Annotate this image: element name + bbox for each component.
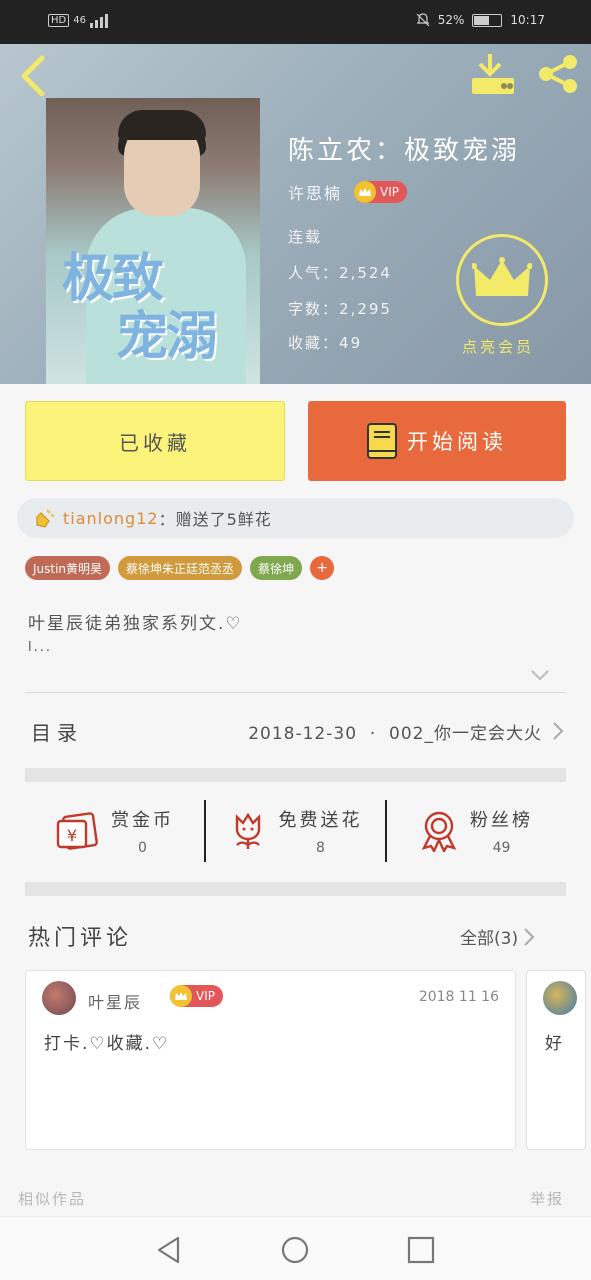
crown-icon [472,257,532,296]
vip-badge: VIP [170,985,223,1007]
mute-bell-icon [416,13,430,27]
tag-list: Justin黄明昊 蔡徐坤朱正廷范丞丞 蔡徐坤 + [25,556,335,580]
hot-comments-title: 热门评论 [28,926,133,951]
start-reading-label: 开始阅读 [407,430,507,454]
catalog-row[interactable]: 目录 2018-12-30 · 002_你一定会大火 [25,696,566,766]
more-tags-button[interactable]: + [310,556,335,580]
download-icon[interactable] [470,52,516,96]
tag-chip[interactable]: 蔡徐坤朱正廷范丞丞 [118,556,243,580]
book-favorites: 收藏：49 [288,334,363,352]
crown-icon [170,985,192,1007]
book-word-count: 字数：2,295 [288,300,392,318]
send-flower-button[interactable]: 免费送花 8 [206,796,385,866]
ribbon-medal-icon [421,811,457,852]
comment-card[interactable]: 叶星辰 VIP 2018 11 16 打卡.♡收藏.♡ [25,970,516,1150]
comment-text: 打卡.♡收藏.♡ [44,1034,170,1054]
member-crown-button[interactable] [456,234,548,326]
stats-row: ¥ 赏金币 0 免费送花 8 粉丝榜 49 [25,796,566,866]
reward-coin-icon: ¥ [56,812,98,850]
clap-icon [36,509,55,528]
share-icon[interactable] [536,54,580,94]
system-nav-bar [0,1216,591,1280]
chevron-right-icon [524,927,535,946]
nav-back-icon[interactable] [154,1235,184,1265]
author-name[interactable]: 许思楠 [288,180,342,204]
avatar[interactable] [543,981,577,1015]
expand-chevron-icon[interactable] [530,668,550,682]
tag-chip[interactable]: Justin黄明昊 [25,556,111,580]
battery-icon [472,13,503,27]
book-popularity: 人气：2,524 [288,264,392,282]
divider [25,692,566,693]
book-status: 连载 [288,228,323,246]
book-title: 陈立农：极致宠溺 [288,136,521,166]
author-row: 许思楠 VIP [288,180,407,204]
catalog-label: 目录 [31,720,83,745]
member-label[interactable]: 点亮会员 [462,336,534,357]
comment-text: 好 [545,1034,562,1054]
svg-text:¥: ¥ [67,826,77,845]
favorited-button[interactable]: 已收藏 [25,401,285,481]
status-bar: HD 46 52% 10:17 [0,0,591,44]
section-divider [25,768,566,782]
comment-date: 2018 11 16 [418,989,499,1005]
avatar[interactable] [42,981,76,1015]
crown-icon [354,181,377,203]
network-type: 46 [73,14,86,26]
gift-message: ：赠送了5鲜花 [158,510,272,529]
chevron-right-icon [553,722,564,740]
battery-percent: 52% [437,13,465,27]
hd-indicator: HD [48,13,70,27]
status-right: 52% 10:17 [416,13,545,27]
flower-icon [235,812,260,849]
reward-coins-button[interactable]: ¥ 赏金币 0 [25,796,204,866]
section-divider [25,882,566,896]
book-cover[interactable]: 极致 宠溺 [46,98,260,384]
all-comments-link[interactable]: 全部(3) [460,924,536,949]
book-description[interactable]: 叶星辰徒弟独家系列文.♡ l... [28,612,243,660]
book-header: 极致 宠溺 陈立农：极致宠溺 许思楠 VIP 连载 人气：2,524 字数：2,… [0,44,591,384]
status-left: HD 46 [48,12,108,28]
comment-card[interactable]: 好 [526,970,586,1150]
nav-home-icon[interactable] [280,1235,310,1265]
gift-sender[interactable]: tianlong12 [63,509,159,528]
report-link[interactable]: 举报 [530,1188,564,1209]
signal-icon [89,12,108,28]
book-icon [367,423,397,459]
cover-title-line2: 宠溺 [116,307,218,367]
similar-works-label: 相似作品 [18,1190,87,1208]
start-reading-button[interactable]: 开始阅读 [308,401,566,481]
fan-ranking-button[interactable]: 粉丝榜 49 [387,796,566,866]
tag-chip[interactable]: 蔡徐坤 [250,556,303,580]
comment-user[interactable]: 叶星辰 [88,989,142,1013]
clock: 10:17 [510,13,545,27]
book-detail-content: 已收藏 开始阅读 tianlong12 ：赠送了5鲜花 Justin黄明昊 蔡徐坤… [0,384,591,1216]
back-arrow-icon[interactable] [16,52,52,96]
nav-recents-icon[interactable] [406,1235,436,1265]
gift-notice: tianlong12 ：赠送了5鲜花 [17,498,574,538]
vip-badge: VIP [354,181,407,203]
latest-chapter: 2018-12-30 · 002_你一定会大火 [248,723,542,744]
